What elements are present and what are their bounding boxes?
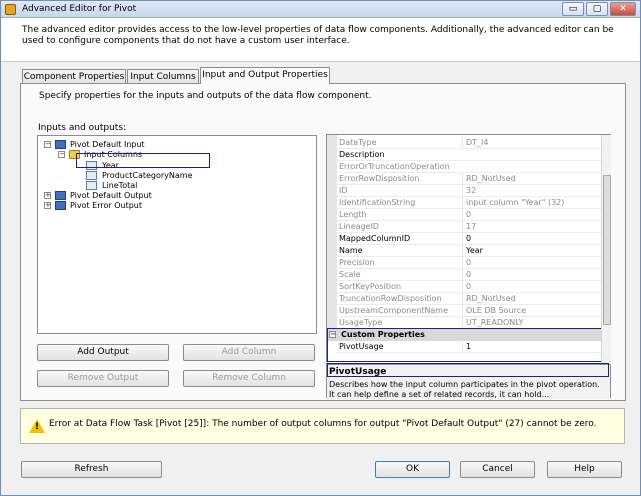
inputs-outputs-label: Inputs and outputs: xyxy=(38,123,127,133)
property-row-length[interactable]: Length 0 xyxy=(337,209,601,221)
remove-column-label: Remove Column xyxy=(212,373,286,383)
collapse-icon[interactable]: − xyxy=(44,141,51,148)
tab-input-columns[interactable]: Input Columns xyxy=(127,69,199,84)
property-value: RD_NotUsed xyxy=(462,173,600,185)
grid-gutter xyxy=(327,135,337,329)
property-name: ErrorOrTruncationOperation xyxy=(339,162,450,171)
property-name: ID xyxy=(339,186,348,195)
property-name: TruncationRowDisposition xyxy=(339,294,442,303)
property-name: MappedColumnID xyxy=(339,234,411,243)
advanced-editor-window: Advanced Editor for Pivot ▭ ▢ ✕ The adva… xyxy=(0,0,641,496)
add-column-label: Add Column xyxy=(221,347,277,357)
help-button[interactable]: Help xyxy=(547,461,622,478)
add-output-button[interactable]: Add Output xyxy=(37,344,169,361)
property-row-upstreamcomponentname[interactable]: UpstreamComponentName OLE DB Source xyxy=(337,305,601,317)
property-value: input column "Year" (32) xyxy=(462,197,600,209)
property-row-errorortruncationoperation[interactable]: ErrorOrTruncationOperation xyxy=(337,161,601,173)
property-value: RD_NotUsed xyxy=(462,293,600,305)
title-bar: Advanced Editor for Pivot ▭ ▢ ✕ xyxy=(1,1,640,18)
property-row-truncationrowdisposition[interactable]: TruncationRowDisposition RD_NotUsed xyxy=(337,293,601,305)
highlight-box-custom-properties xyxy=(327,328,609,362)
remove-output-label: Remove Output xyxy=(67,373,139,383)
tab-panel: Specify properties for the inputs and ou… xyxy=(20,83,626,401)
property-name: DataType xyxy=(339,138,377,147)
property-grid[interactable]: DataType DT_I4 Description ErrorOrTruncatio… xyxy=(326,134,611,399)
add-column-button[interactable]: Add Column xyxy=(183,344,315,361)
tab-component-properties[interactable]: Component Properties xyxy=(22,69,126,84)
property-value: DT_I4 xyxy=(462,137,600,149)
cancel-button[interactable]: Cancel xyxy=(460,461,535,478)
cancel-label: Cancel xyxy=(482,464,513,474)
property-row-identificationstring[interactable]: IdentificationString input column "Year" … xyxy=(337,197,601,209)
intro-banner: The advanced editor provides access to t… xyxy=(1,18,640,62)
remove-output-button[interactable]: Remove Output xyxy=(37,370,169,387)
inputs-outputs-tree[interactable]: − Pivot Default Input − Input Columns Ye… xyxy=(37,135,317,334)
property-row-precision[interactable]: Precision 0 xyxy=(337,257,601,269)
error-text: Error at Data Flow Task [Pivot [25]]: Th… xyxy=(49,419,597,429)
tab-input-and-output-properties[interactable]: Input and Output Properties xyxy=(200,67,330,84)
property-row-mappedcolumnid[interactable]: MappedColumnID 0 xyxy=(337,233,601,245)
minimize-button[interactable]: ▭ xyxy=(562,2,584,16)
collapse-icon[interactable]: − xyxy=(58,151,65,158)
property-row-lineageid[interactable]: LineageID 17 xyxy=(337,221,601,233)
property-name: IdentificationString xyxy=(339,198,416,207)
property-row-sortkeyposition[interactable]: SortKeyPosition 0 xyxy=(337,281,601,293)
error-output-icon xyxy=(55,201,66,210)
property-grid-scrollbar[interactable] xyxy=(601,135,611,364)
tree-label: Pivot Error Output xyxy=(70,201,143,210)
property-value[interactable]: 0 xyxy=(462,233,600,245)
add-output-label: Add Output xyxy=(77,347,129,357)
property-name: Length xyxy=(339,210,367,219)
property-name: Name xyxy=(339,246,363,255)
property-name: Scale xyxy=(339,270,361,279)
window-title: Advanced Editor for Pivot xyxy=(22,4,137,14)
property-name: UpstreamComponentName xyxy=(339,306,449,315)
ok-button[interactable]: OK xyxy=(375,461,450,478)
close-button[interactable]: ✕ xyxy=(610,2,636,16)
expand-icon[interactable]: + xyxy=(44,202,51,209)
output-icon xyxy=(55,191,66,200)
property-value[interactable]: Year xyxy=(462,245,600,257)
input-icon xyxy=(55,140,66,149)
property-name: SortKeyPosition xyxy=(339,282,402,291)
property-row-errorrowdisposition[interactable]: ErrorRowDisposition RD_NotUsed xyxy=(337,173,601,185)
property-name: ErrorRowDisposition xyxy=(339,174,420,183)
refresh-button[interactable]: Refresh xyxy=(21,461,162,478)
property-row-id[interactable]: ID 32 xyxy=(337,185,601,197)
panel-description: Specify properties for the inputs and ou… xyxy=(39,91,372,101)
scrollbar-thumb[interactable] xyxy=(603,175,611,325)
help-text: Describes how the input column participa… xyxy=(329,380,600,399)
property-row-datatype[interactable]: DataType DT_I4 xyxy=(337,137,601,149)
help-label: Help xyxy=(574,464,595,474)
app-icon xyxy=(5,4,16,15)
intro-text: The advanced editor provides access to t… xyxy=(22,25,614,46)
column-icon xyxy=(86,181,97,190)
property-value: 0 xyxy=(462,281,600,293)
property-row-description[interactable]: Description xyxy=(337,149,601,161)
refresh-label: Refresh xyxy=(74,464,109,474)
property-value: 0 xyxy=(462,257,600,269)
property-value: OLE DB Source xyxy=(462,305,600,317)
property-value: 0 xyxy=(462,269,600,281)
property-value: 32 xyxy=(462,185,600,197)
ok-label: OK xyxy=(406,464,419,474)
property-row-name[interactable]: Name Year xyxy=(337,245,601,257)
property-name: Description xyxy=(339,150,385,159)
column-icon xyxy=(86,171,97,180)
maximize-button[interactable]: ▢ xyxy=(586,2,608,16)
highlight-box-help-title xyxy=(327,363,609,377)
property-row-scale[interactable]: Scale 0 xyxy=(337,269,601,281)
property-value: 17 xyxy=(462,221,600,233)
property-name: Precision xyxy=(339,258,375,267)
remove-column-button[interactable]: Remove Column xyxy=(183,370,315,387)
highlight-box xyxy=(76,153,210,168)
property-value: 0 xyxy=(462,209,600,221)
warning-exclamation: ! xyxy=(34,422,40,432)
property-name: LineageID xyxy=(339,222,380,231)
expand-icon[interactable]: + xyxy=(44,192,51,199)
error-message-bar: ! Error at Data Flow Task [Pivot [25]]: … xyxy=(20,408,625,444)
